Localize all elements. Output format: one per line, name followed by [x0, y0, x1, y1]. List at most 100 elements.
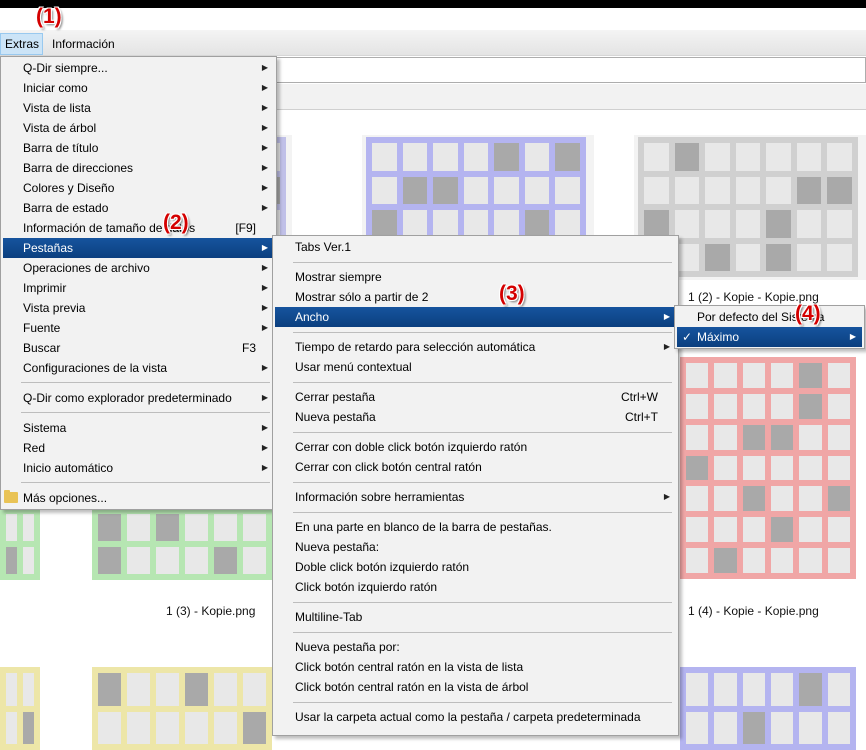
width-item-por-defecto-del-sistema[interactable]: Por defecto del Sistema [677, 307, 862, 327]
menu-separator [293, 382, 672, 383]
extras-item-vista-de-lista[interactable]: Vista de lista ▶ [3, 98, 274, 118]
thumbnail-cell [742, 455, 765, 481]
menu-separator [293, 602, 672, 603]
thumbnail-cell [433, 210, 458, 238]
extras-item-sistema[interactable]: Sistema ▶ [3, 418, 274, 438]
tabs-item-click-boton-izquierdo-raton[interactable]: Click botón izquierdo ratón [275, 577, 676, 597]
tabs-item-label: Nueva pestaña por: [295, 640, 400, 654]
thumbnail-cell [771, 673, 794, 706]
submenu-arrow-icon: ▶ [261, 203, 268, 212]
thumbnail-image [0, 667, 40, 750]
thumbnail-cell [127, 711, 150, 744]
thumbnail-cell [214, 547, 237, 574]
extras-item-operaciones-de-archivo[interactable]: Operaciones de archivo ▶ [3, 258, 274, 278]
extras-item-colores-y-diseno[interactable]: Colores y Diseño ▶ [3, 178, 274, 198]
tabs-item-mostrar-siempre[interactable]: Mostrar siempre [275, 267, 676, 287]
thumbnail-cell [463, 143, 489, 171]
menu-separator [293, 702, 672, 703]
extras-item-mas-opciones[interactable]: Más opciones... [3, 488, 274, 508]
thumbnail-cell [796, 243, 822, 271]
extras-item-iniciar-como[interactable]: Iniciar como ▶ [3, 78, 274, 98]
thumbnail-image [680, 667, 856, 750]
extras-item-q-dir-siempre[interactable]: Q-Dir siempre... ▶ [3, 58, 274, 78]
menu-separator [21, 382, 270, 383]
extras-item-inicio-automatico[interactable]: Inicio automático ▶ [3, 458, 274, 478]
thumbnail-cell [23, 711, 34, 744]
thumbnail-cell [771, 424, 794, 450]
thumbnail-cell [185, 711, 208, 744]
tabs-item-cerrar-pestana[interactable]: Cerrar pestaña Ctrl+W [275, 387, 676, 407]
thumbnail-cell [742, 517, 765, 543]
tabs-item-cerrar-con-doble-click-boton-izquierdo-r[interactable]: Cerrar con doble click botón izquierdo r… [275, 437, 676, 457]
tabs-item-usar-menu-contextual[interactable]: Usar menú contextual [275, 357, 676, 377]
thumbnail-cell [735, 243, 761, 271]
tabs-item-click-boton-central-raton-en-la-vista-de[interactable]: Click botón central ratón en la vista de… [275, 677, 676, 697]
thumbnail-cell [742, 393, 765, 419]
extras-item-barra-de-titulo[interactable]: Barra de título ▶ [3, 138, 274, 158]
extras-item-buscar[interactable]: Buscar F3 [3, 338, 274, 358]
tabs-item-cerrar-con-click-boton-central-raton[interactable]: Cerrar con click botón central ratón [275, 457, 676, 477]
tabs-submenu: Tabs Ver.1 Mostrar siempre Mostrar sólo a … [272, 235, 679, 736]
tabs-item-en-una-parte-en-blanco-de-la-barra-de-pe[interactable]: En una parte en blanco de la barra de pe… [275, 517, 676, 537]
thumbnail-cell [156, 514, 179, 541]
thumbnail-cell [127, 547, 150, 574]
thumbnail-cell [23, 547, 34, 574]
tabs-item-informacion-sobre-herramientas[interactable]: Información sobre herramientas ▶ [275, 487, 676, 507]
extras-item-informacion-de-tamano-de-datos[interactable]: Información de tamaño de datos [F9] [3, 218, 274, 238]
extras-item-label: Red [23, 441, 46, 455]
thumbnail-image [680, 357, 856, 579]
submenu-arrow-icon: ▶ [261, 163, 268, 172]
tabs-item-label: Multiline-Tab [295, 610, 363, 624]
submenu-arrow-icon: ▶ [261, 443, 268, 452]
tabs-item-nueva-pestana[interactable]: Nueva pestaña Ctrl+T [275, 407, 676, 427]
extras-item-pestanas[interactable]: Pestañas ▶ [3, 238, 274, 258]
submenu-arrow-icon: ▶ [261, 183, 268, 192]
thumbnail-cell [705, 143, 730, 171]
extras-item-vista-previa[interactable]: Vista previa ▶ [3, 298, 274, 318]
thumbnail-cell [686, 363, 709, 388]
address-bar[interactable] [275, 57, 866, 83]
tabs-item-label: Usar menú contextual [295, 360, 412, 374]
tabs-item-multiline-tab[interactable]: Multiline-Tab [275, 607, 676, 627]
tabs-item-tiempo-de-retardo-para-seleccion-automat[interactable]: Tiempo de retardo para selección automát… [275, 337, 676, 357]
width-item-maximo[interactable]: ✓ Máximo ▶ [677, 327, 862, 347]
extras-item-vista-de-arbol[interactable]: Vista de árbol ▶ [3, 118, 274, 138]
thumbnail-cell [735, 210, 761, 238]
tabs-item-click-boton-central-raton-en-la-vista-de[interactable]: Click botón central ratón en la vista de… [275, 657, 676, 677]
menu-extras[interactable]: Extras [0, 33, 43, 55]
extras-item-imprimir[interactable]: Imprimir ▶ [3, 278, 274, 298]
folder-icon [4, 490, 18, 503]
menu-separator [293, 262, 672, 263]
extras-item-barra-de-estado[interactable]: Barra de estado ▶ [3, 198, 274, 218]
tabs-item-nueva-pestana[interactable]: Nueva pestaña: [275, 537, 676, 557]
thumbnail-cell [771, 711, 794, 744]
extras-item-label: Q-Dir como explorador predeterminado [23, 391, 232, 405]
tabs-item-mostrar-solo-a-partir-de-2[interactable]: Mostrar sólo a partir de 2 [275, 287, 676, 307]
extras-item-barra-de-direcciones[interactable]: Barra de direcciones ▶ [3, 158, 274, 178]
extras-item-red[interactable]: Red ▶ [3, 438, 274, 458]
extras-item-configuraciones-de-la-vista[interactable]: Configuraciones de la vista ▶ [3, 358, 274, 378]
extras-item-q-dir-como-explorador-predeterminado[interactable]: Q-Dir como explorador predeterminado ▶ [3, 388, 274, 408]
thumbnail-cell [766, 143, 791, 171]
tabs-item-tabs-ver-1[interactable]: Tabs Ver.1 [275, 237, 676, 257]
tabs-item-label: Click botón central ratón en la vista de… [295, 660, 524, 674]
tabs-item-usar-la-carpeta-actual-como-la-pestana-c[interactable]: Usar la carpeta actual como la pestaña /… [275, 707, 676, 727]
tabs-item-doble-click-boton-izquierdo-raton[interactable]: Doble click botón izquierdo ratón [275, 557, 676, 577]
extras-item-fuente[interactable]: Fuente ▶ [3, 318, 274, 338]
thumbnail-cell [494, 176, 519, 204]
tabs-item-label: Cerrar con doble click botón izquierdo r… [295, 440, 528, 454]
thumbnail-image [92, 667, 272, 750]
submenu-arrow-icon: ▶ [261, 123, 268, 132]
thumbnail-cell [714, 486, 737, 512]
submenu-arrow-icon: ▶ [261, 143, 268, 152]
thumbnail-cell [735, 176, 761, 204]
thumbnail-cell [23, 514, 34, 541]
thumbnail-cell [402, 143, 428, 171]
tabs-item-ancho[interactable]: Ancho ▶ [275, 307, 676, 327]
thumbnail-cell [524, 210, 550, 238]
thumbnail-cell [771, 393, 794, 419]
thumbnail-cell [185, 673, 208, 706]
tabs-item-nueva-pestana-por[interactable]: Nueva pestaña por: [275, 637, 676, 657]
thumbnail-cell [714, 517, 737, 543]
menu-informacion[interactable]: Información [47, 33, 120, 55]
